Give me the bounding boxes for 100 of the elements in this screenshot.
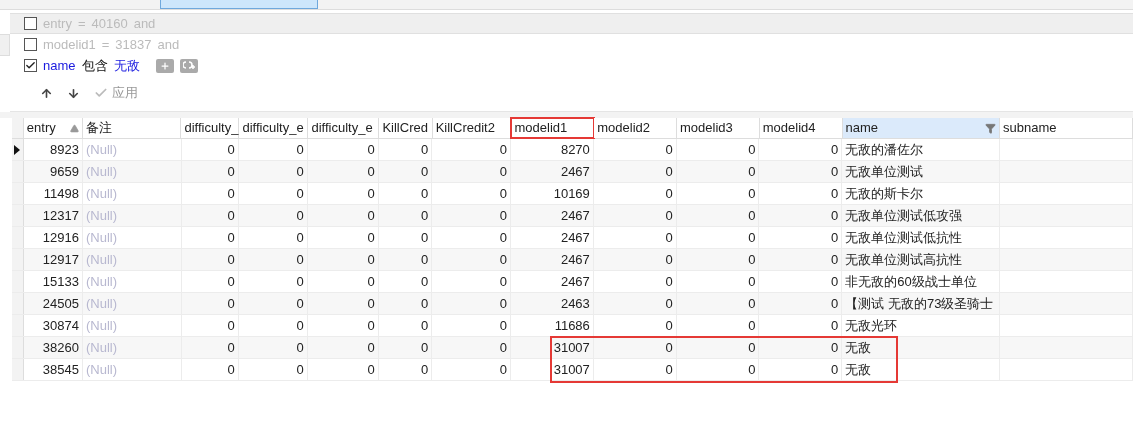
table-cell: 无敌: [842, 337, 1000, 358]
table-cell: 0: [676, 271, 760, 292]
table-cell: 0: [307, 227, 379, 248]
table-cell: 无敌单位测试高抗性: [842, 249, 1000, 270]
table-cell: 0: [181, 183, 239, 204]
arrow-up-icon: [40, 86, 53, 100]
table-cell: 0: [181, 337, 239, 358]
column-header[interactable]: difficulty_e: [239, 118, 309, 138]
table-cell: (Null): [83, 293, 182, 314]
table-cell: 0: [759, 293, 843, 314]
table-cell: 0: [676, 139, 760, 160]
table-cell: 38260: [23, 337, 83, 358]
table-cell: 0: [238, 315, 308, 336]
column-header[interactable]: 备注: [82, 118, 182, 138]
table-cell: 0: [378, 161, 433, 182]
table-cell: 0: [378, 139, 433, 160]
filter-operator[interactable]: 包含: [81, 55, 108, 76]
column-header[interactable]: name: [842, 118, 1001, 138]
checkbox[interactable]: [24, 17, 37, 30]
table-cell: 0: [676, 293, 760, 314]
table-cell: 0: [759, 139, 843, 160]
table-cell: 无敌光环: [842, 315, 1000, 336]
table-cell: 0: [238, 293, 308, 314]
table-cell: 0: [676, 227, 760, 248]
column-header[interactable]: KillCred: [379, 118, 433, 138]
column-header[interactable]: difficulty_e: [308, 118, 380, 138]
table-cell: 0: [676, 205, 760, 226]
move-down-button[interactable]: [67, 86, 80, 100]
table-cell: 2463: [511, 293, 594, 314]
table-cell: 0: [432, 293, 511, 314]
table-cell: 24505: [23, 293, 83, 314]
table-cell: 0: [238, 271, 308, 292]
table-cell: 0: [759, 249, 843, 270]
table-cell: 0: [759, 271, 843, 292]
table-cell: 0: [432, 337, 511, 358]
table-cell: 0: [307, 249, 379, 270]
table-cell: 2467: [511, 205, 594, 226]
table-cell: 0: [307, 337, 379, 358]
column-header[interactable]: modelid3: [677, 118, 760, 138]
table-cell: 0: [181, 227, 239, 248]
table-cell: 0: [307, 205, 379, 226]
column-header[interactable]: modelid2: [594, 118, 677, 138]
add-condition-button[interactable]: [155, 58, 174, 73]
table-cell: (Null): [83, 249, 182, 270]
table-cell: 无敌单位测试低攻强: [842, 205, 1000, 226]
table-cell: 0: [676, 337, 760, 358]
column-header[interactable]: KillCredit2: [432, 118, 512, 138]
table-cell: 0: [378, 249, 433, 270]
column-header[interactable]: entry: [23, 118, 83, 138]
table-cell: 0: [676, 315, 760, 336]
side-tab[interactable]: [0, 34, 10, 56]
column-header[interactable]: difficulty_: [181, 118, 240, 138]
row-header[interactable]: [12, 139, 24, 160]
column-header[interactable]: subname: [1000, 118, 1133, 138]
table-cell: (Null): [83, 161, 182, 182]
table-cell: 38545: [23, 359, 83, 380]
table-cell: 0: [181, 205, 239, 226]
table-cell: 0: [378, 315, 433, 336]
filter-condition-row[interactable]: name 包含 无敌: [10, 55, 1133, 76]
checkbox[interactable]: [24, 38, 37, 51]
add-group-button[interactable]: [179, 58, 198, 73]
table-cell: 0: [238, 205, 308, 226]
table-cell: 0: [378, 359, 433, 380]
filter-value[interactable]: 无敌: [113, 55, 140, 76]
column-header[interactable]: modelid1: [511, 118, 595, 138]
filter-icon: [985, 122, 997, 134]
table-cell: 0: [307, 139, 379, 160]
table-cell: 0: [181, 161, 239, 182]
table-cell: (Null): [83, 337, 182, 358]
column-header[interactable]: modelid4: [759, 118, 843, 138]
table-cell: 无敌的潘佐尔: [842, 139, 1000, 160]
table-cell: 0: [432, 315, 511, 336]
table-cell: 8923: [23, 139, 83, 160]
table-cell: 0: [307, 183, 379, 204]
table-cell: 0: [759, 359, 843, 380]
table-cell: 0: [432, 139, 511, 160]
table-cell: 15133: [23, 271, 83, 292]
table-cell: 11498: [23, 183, 83, 204]
toolbar-button[interactable]: [160, 0, 318, 9]
table-cell: (Null): [83, 205, 182, 226]
table-cell: 11686: [511, 315, 594, 336]
table-cell: 0: [181, 315, 239, 336]
table-cell: 0: [238, 161, 308, 182]
table-cell: 0: [676, 183, 760, 204]
sort-ascending-icon: [69, 123, 79, 133]
table-cell: (Null): [83, 315, 182, 336]
table-cell: 2467: [511, 161, 594, 182]
table-cell: 无敌的斯卡尔: [842, 183, 1000, 204]
filter-field[interactable]: name: [43, 55, 76, 76]
table-cell: (Null): [83, 271, 182, 292]
table-cell: 0: [593, 139, 677, 160]
table-cell: 2467: [511, 271, 594, 292]
move-up-button[interactable]: [40, 86, 53, 100]
table-cell: 0: [307, 293, 379, 314]
table-cell: 0: [378, 271, 433, 292]
table-cell: 12916: [23, 227, 83, 248]
table-cell: 无敌单位测试: [842, 161, 1000, 182]
table-cell: 0: [432, 205, 511, 226]
table-cell: 0: [676, 249, 760, 270]
checkbox[interactable]: [24, 59, 37, 72]
